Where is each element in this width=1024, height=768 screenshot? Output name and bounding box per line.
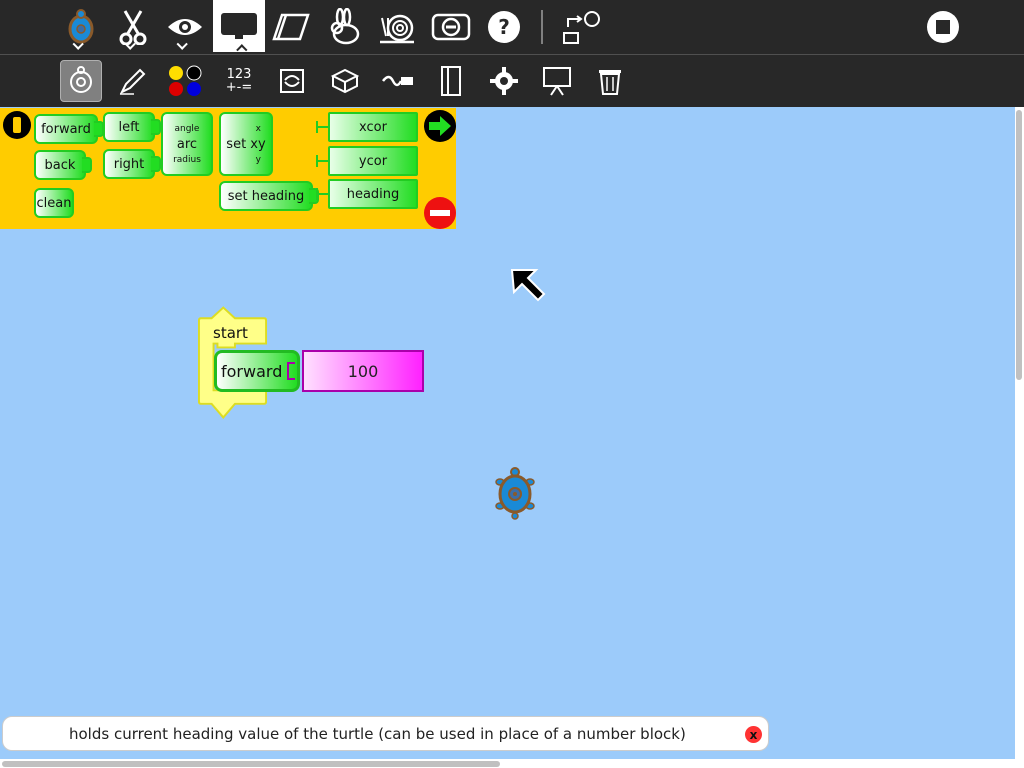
run-fast-rabbit-icon[interactable] [319,0,371,54]
next-palette-arrow-icon[interactable] [424,110,456,142]
forward-block[interactable]: forward [34,114,104,144]
toolbar-separator [541,10,543,44]
setxy-block-label: set xy [226,136,266,152]
turtle-activity-icon[interactable] [55,0,107,54]
palette-orientation-icon[interactable] [3,111,31,139]
left-block-label: left [118,119,140,135]
presentation-palette-icon[interactable] [531,55,583,107]
heading-block[interactable]: heading [316,179,418,209]
arc-block-label: arc [176,136,198,152]
set-heading-block[interactable]: set heading [219,181,319,211]
forward-block-label: forward [41,121,91,137]
help-message-text: holds current heading value of the turtl… [69,725,686,743]
start-block-label: start [213,324,248,342]
arc-radius-label: radius [173,154,201,165]
numbers-palette-icon[interactable]: 123 +-= [213,55,265,107]
close-label: x [749,727,758,742]
arc-block[interactable]: angle arc radius [161,112,213,176]
setxy-x-label: x [255,123,261,134]
forward-socket [287,362,295,380]
eraser-icon[interactable] [266,0,318,54]
back-block[interactable]: back [34,150,92,180]
back-block-label: back [44,157,76,173]
flow-palette-icon[interactable] [266,55,318,107]
extras-palette-icon[interactable] [425,55,477,107]
xcor-block[interactable]: xcor [316,112,418,142]
pen-palette-icon[interactable] [107,55,159,107]
edit-scissors-icon[interactable] [107,0,159,54]
program-forward-label: forward [221,361,283,381]
stop-icon[interactable] [917,0,969,54]
close-icon[interactable]: x [745,726,762,743]
share-turtle-icon[interactable] [554,0,606,54]
colors-palette-icon[interactable] [159,55,211,107]
view-eye-icon[interactable] [159,0,211,54]
right-block[interactable]: right [103,149,161,179]
turtle-palette: forward back clean left right angle arc … [0,108,456,229]
sensors-palette-icon[interactable] [372,55,424,107]
numbers-label-bottom: +-= [225,80,253,95]
run-slow-snail-icon[interactable] [372,0,424,54]
horizontal-scrollbar-thumb[interactable] [2,761,500,767]
mouse-pointer-icon [510,269,546,302]
ycor-block[interactable]: ycor [316,146,418,176]
left-block[interactable]: left [103,112,161,142]
setxy-y-label: y [255,154,261,165]
help-message-bar: holds current heading value of the turtl… [2,716,769,751]
turtle-sprite-icon[interactable] [494,466,536,520]
right-block-label: right [113,156,145,172]
arc-angle-label: angle [174,123,200,134]
setxy-block[interactable]: x set xy y [219,112,273,176]
set-heading-block-label: set heading [227,188,305,204]
turtle-palette-icon[interactable] [55,55,107,107]
blocks-palette-icon[interactable] [319,55,371,107]
trash-icon[interactable] [584,55,636,107]
project-toolbar-icon[interactable] [213,0,265,56]
number-block[interactable]: 100 [302,350,424,392]
clean-block[interactable]: clean [34,188,74,218]
svg-text:?: ? [498,15,510,39]
chevron-down-icon [176,38,188,50]
hide-blocks-icon[interactable] [425,0,477,54]
remove-palette-icon[interactable] [424,197,456,229]
clean-block-label: clean [36,195,72,211]
number-block-value[interactable]: 100 [348,362,379,381]
heading-block-label: heading [346,186,400,202]
vertical-scrollbar-thumb[interactable] [1016,110,1022,380]
ycor-block-label: ycor [358,153,388,169]
help-icon[interactable]: ? [478,0,530,54]
settings-gear-icon[interactable] [478,55,530,107]
xcor-block-label: xcor [359,119,387,135]
